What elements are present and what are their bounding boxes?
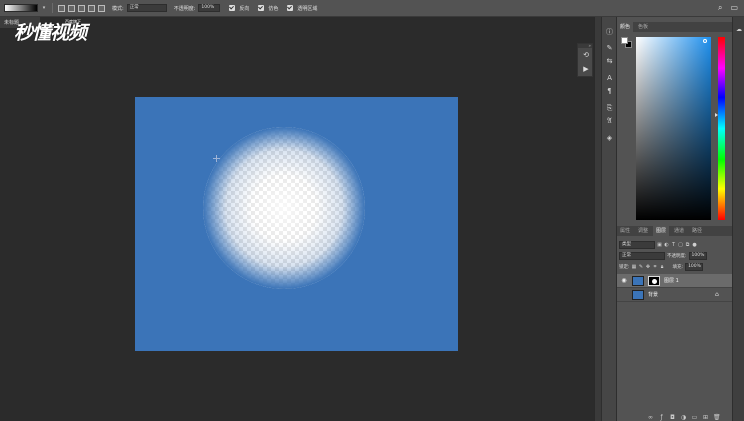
3d-icon[interactable]: ◈ [604,133,615,143]
lock-all-icon[interactable]: 🔒︎ [660,264,665,270]
reflected-gradient-button[interactable] [88,4,95,12]
opacity-label: 不透明度: [667,253,687,259]
layer-mask-thumbnail[interactable] [648,276,660,286]
layer-thumbnail [632,290,644,300]
layer-thumbnail [632,276,644,286]
blend-opacity-row: 正常 不透明度: 100% [619,251,731,260]
new-group-icon[interactable]: ▭ [691,414,698,421]
character-icon[interactable]: A [604,73,615,83]
clone-source-icon[interactable]: ⎘ [604,103,615,113]
layer-name: 背景 [648,292,659,298]
trash-icon[interactable]: 🗑︎ [713,414,721,421]
tab-layers[interactable]: 图层 [653,226,670,236]
linear-gradient-button[interactable] [58,4,65,12]
tab-adjustments[interactable]: 调整 [635,226,651,236]
fill-input[interactable]: 100% [685,262,704,271]
blend-mode-select[interactable]: 正常 [619,251,665,260]
info-icon[interactable]: ⓘ [604,27,615,37]
reverse-checkbox[interactable] [229,5,236,11]
color-panel-tabs: 颜色 色板 [617,22,733,32]
watermark-subtitle: 百度旗下 [65,19,81,24]
lock-pixels-icon[interactable]: ▦ [632,264,637,270]
far-right-dock: ☁ [732,17,744,421]
hue-slider-marker[interactable] [715,113,718,117]
paragraph-icon[interactable]: ¶ [604,86,615,96]
gradient-preview[interactable] [4,4,38,12]
panel-icon-column: ⓘ ✎ ⇆ A ¶ ⎘ 𝔄 ◈ [601,17,616,421]
angle-gradient-button[interactable] [78,4,85,12]
lock-position-icon[interactable]: ✥ [646,264,651,270]
dither-checkbox[interactable] [258,5,265,11]
reverse-label: 反向 [239,5,250,12]
layer-filter-row: 类型 ▣ ◐ T ▢ ⧉ ● [619,240,731,249]
radial-gradient-fill [203,127,365,289]
filter-kind-select[interactable]: 类型 [619,240,655,249]
radial-gradient-button[interactable] [68,4,75,12]
tab-paths[interactable]: 路径 [689,226,705,236]
lock-fill-row: 锁定: ▦ ✎ ✥ ⌗ 🔒︎ 填充: 100% [619,262,731,271]
lock-label: 锁定: [619,264,630,270]
filter-toggle-icon[interactable]: ● [692,242,697,248]
picker-cursor[interactable] [703,39,707,43]
hue-slider[interactable] [718,37,725,220]
history-mini-panel: » ⟲ ▶ [577,43,593,77]
new-layer-icon[interactable]: ⊞ [702,414,709,421]
right-panels: 颜色 色板 属性 调整 图层 通道 路径 类型 ▣ ◐ T ▢ ⧉ ● 正常 不… [616,17,733,421]
dither-label: 仿色 [268,5,279,12]
options-bar: ▾ 模式: 正常 不透明度: 100% 反向 仿色 透明区域 ⌕ ▭ [0,0,744,17]
lock-icon: ⌂ [715,291,719,298]
layer-name: 图层 1 [664,278,679,284]
fill-label: 填充: [672,264,684,270]
visibility-eye-icon[interactable]: ◉ [620,277,628,285]
panel-divider-strip [594,17,601,421]
layers-footer: ∞ ƒ ◘ ◑ ▭ ⊞ 🗑︎ [647,414,721,421]
layer-style-icon[interactable]: ƒ [658,414,665,421]
add-mask-icon[interactable]: ◘ [669,414,676,421]
divider [52,3,53,13]
adjustment-filter-icon[interactable]: ◐ [664,242,669,248]
opacity-input[interactable]: 100% [198,4,221,12]
tab-swatches[interactable]: 色板 [635,22,651,32]
crosshair-cursor-icon [213,155,220,162]
workspace-icon[interactable]: ▭ [730,3,738,13]
tab-channels[interactable]: 通道 [671,226,687,236]
layers-panel-tabs: 属性 调整 图层 通道 路径 [617,226,733,236]
shape-filter-icon[interactable]: ▢ [678,242,683,248]
opacity-label: 不透明度: [173,5,196,12]
transparency-label: 透明区域 [297,5,318,12]
mode-select[interactable]: 正常 [126,4,167,12]
mode-label: 模式: [112,5,124,12]
layer-row[interactable]: 背景 ⌂ [617,288,733,302]
brush-settings-icon[interactable]: ⇆ [604,56,615,66]
glyphs-icon[interactable]: 𝔄 [604,116,615,126]
chevron-down-icon[interactable]: ▾ [41,4,47,12]
cloud-icon[interactable]: ☁ [735,26,743,33]
pixel-filter-icon[interactable]: ▣ [657,242,662,248]
tab-properties[interactable]: 属性 [617,226,633,236]
play-action-icon[interactable]: ▶ [578,62,594,76]
transparency-checkbox[interactable] [287,5,294,11]
color-picker-field[interactable] [636,37,711,220]
smart-filter-icon[interactable]: ⧉ [685,242,690,248]
diamond-gradient-button[interactable] [98,4,105,12]
fg-bg-swatches[interactable] [621,37,633,49]
tab-color[interactable]: 颜色 [617,22,634,32]
brush-icon[interactable]: ✎ [604,43,615,53]
foreground-swatch[interactable] [621,37,628,44]
adjustment-layer-icon[interactable]: ◑ [680,414,687,421]
lock-paint-icon[interactable]: ✎ [639,264,644,270]
type-filter-icon[interactable]: T [671,242,676,248]
layer-row[interactable]: ◉ 图层 1 [617,274,733,288]
document-canvas[interactable] [135,97,458,351]
options-right: ⌕ ▭ [718,3,738,13]
link-layers-icon[interactable]: ∞ [647,414,654,421]
layer-opacity-input[interactable]: 100% [688,251,707,260]
search-icon[interactable]: ⌕ [718,3,722,13]
lock-artboard-icon[interactable]: ⌗ [653,264,658,270]
history-icon[interactable]: ⟲ [578,48,594,62]
